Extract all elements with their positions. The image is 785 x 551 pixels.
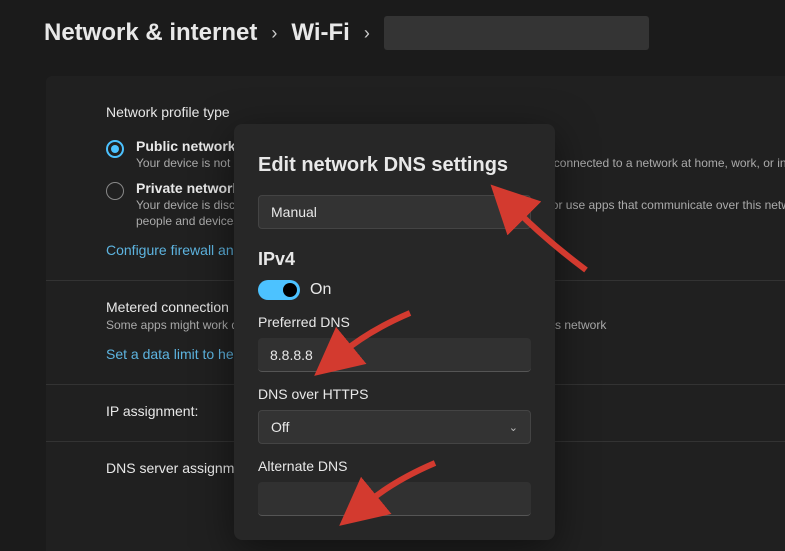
dns-over-https-select[interactable]: Off ⌄ <box>258 410 531 444</box>
radio-icon[interactable] <box>106 182 124 200</box>
breadcrumb-level1[interactable]: Network & internet <box>44 19 257 47</box>
ipv4-toggle-label: On <box>310 281 331 299</box>
radio-icon[interactable] <box>106 140 124 158</box>
ipv4-toggle[interactable] <box>258 280 300 300</box>
chevron-right-icon: › <box>364 23 370 44</box>
network-profile-type-heading: Network profile type <box>106 104 785 120</box>
dialog-title: Edit network DNS settings <box>258 154 531 177</box>
chevron-down-icon: ⌄ <box>509 421 518 434</box>
dns-over-https-value: Off <box>271 419 289 435</box>
edit-dns-settings-dialog: Edit network DNS settings Manual ⌄ IPv4 … <box>234 124 555 540</box>
preferred-dns-label: Preferred DNS <box>258 314 531 330</box>
preferred-dns-input[interactable] <box>258 338 531 372</box>
chevron-down-icon: ⌄ <box>509 206 518 219</box>
dns-mode-value: Manual <box>271 204 317 220</box>
chevron-right-icon: › <box>271 23 277 44</box>
breadcrumb-level2[interactable]: Wi-Fi <box>291 19 349 47</box>
alternate-dns-label: Alternate DNS <box>258 458 531 474</box>
dns-mode-select[interactable]: Manual ⌄ <box>258 195 531 229</box>
ipv4-heading: IPv4 <box>258 249 531 270</box>
breadcrumb-current-redacted <box>384 16 649 50</box>
breadcrumb: Network & internet › Wi-Fi › <box>0 0 785 50</box>
ipv4-toggle-row: On <box>258 280 531 300</box>
alternate-dns-input[interactable] <box>258 482 531 516</box>
dns-over-https-label: DNS over HTTPS <box>258 386 531 402</box>
